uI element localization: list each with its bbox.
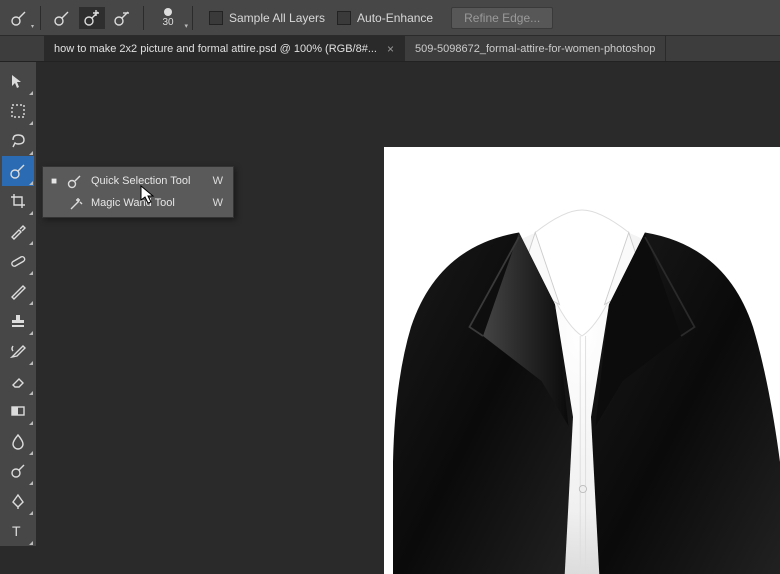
marquee-icon xyxy=(9,102,27,120)
add-to-selection-button[interactable] xyxy=(79,7,105,29)
divider xyxy=(40,6,41,30)
tab-label: how to make 2x2 picture and formal attir… xyxy=(54,43,377,55)
crop-tool[interactable] xyxy=(2,186,34,216)
flyout-item-label: Quick Selection Tool xyxy=(91,175,195,187)
lasso-tool[interactable] xyxy=(2,126,34,156)
quick-select-icon xyxy=(67,173,83,189)
tools-panel: T xyxy=(0,62,36,546)
active-mark: ■ xyxy=(49,176,59,187)
pen-icon xyxy=(9,492,27,510)
canvas-area xyxy=(36,62,780,574)
tool-flyout-menu: ■ Quick Selection Tool W Magic Wand Tool… xyxy=(42,166,234,218)
dodge-icon xyxy=(9,462,27,480)
paintbrush-icon xyxy=(9,282,27,300)
eyedropper-tool[interactable] xyxy=(2,216,34,246)
marquee-tool[interactable] xyxy=(2,96,34,126)
options-bar: ▾ 30 ▾ Sample All Layers Auto-Enhance Re… xyxy=(0,0,780,36)
bandage-icon xyxy=(9,252,27,270)
type-icon: T xyxy=(9,522,27,540)
lasso-icon xyxy=(9,132,27,150)
svg-text:T: T xyxy=(12,523,21,539)
brush-select-icon xyxy=(10,9,28,27)
history-brush-icon xyxy=(9,342,27,360)
history-brush-tool[interactable] xyxy=(2,336,34,366)
eyedropper-icon xyxy=(9,222,27,240)
chevron-down-icon: ▾ xyxy=(31,23,34,30)
blur-tool[interactable] xyxy=(2,426,34,456)
document-canvas[interactable] xyxy=(384,147,780,574)
checkbox-icon xyxy=(337,11,351,25)
eraser-tool[interactable] xyxy=(2,366,34,396)
clone-stamp-tool[interactable] xyxy=(2,306,34,336)
brush-minus-icon xyxy=(113,9,131,27)
type-tool[interactable]: T xyxy=(2,516,34,546)
eraser-icon xyxy=(9,372,27,390)
flyout-item-magic-wand[interactable]: Magic Wand Tool W xyxy=(43,192,233,214)
current-tool-indicator[interactable]: ▾ xyxy=(6,7,32,29)
brush-preview-icon xyxy=(164,8,172,16)
tab-document-2[interactable]: 509-5098672_formal-attire-for-women-phot… xyxy=(405,36,666,61)
dodge-tool[interactable] xyxy=(2,456,34,486)
brush-icon xyxy=(53,9,71,27)
sample-all-layers-checkbox[interactable]: Sample All Layers xyxy=(209,11,325,25)
close-icon[interactable]: × xyxy=(387,42,394,56)
auto-enhance-checkbox[interactable]: Auto-Enhance xyxy=(337,11,433,25)
checkbox-label: Sample All Layers xyxy=(229,11,325,25)
flyout-item-shortcut: W xyxy=(213,175,223,187)
gradient-icon xyxy=(9,402,27,420)
subtract-from-selection-button[interactable] xyxy=(109,7,135,29)
new-selection-button[interactable] xyxy=(49,7,75,29)
divider xyxy=(143,6,144,30)
divider xyxy=(192,6,193,30)
quick-selection-tool[interactable] xyxy=(2,156,34,186)
brush-size-value: 30 xyxy=(162,18,173,28)
tab-label: 509-5098672_formal-attire-for-women-phot… xyxy=(415,43,655,55)
flyout-item-shortcut: W xyxy=(213,197,223,209)
move-icon xyxy=(9,72,27,90)
checkbox-label: Auto-Enhance xyxy=(357,11,433,25)
brush-plus-icon xyxy=(83,9,101,27)
brush-tool[interactable] xyxy=(2,276,34,306)
pen-tool[interactable] xyxy=(2,486,34,516)
healing-brush-tool[interactable] xyxy=(2,246,34,276)
droplet-icon xyxy=(9,432,27,450)
tab-document-1[interactable]: how to make 2x2 picture and formal attir… xyxy=(44,36,405,61)
checkbox-icon xyxy=(209,11,223,25)
move-tool[interactable] xyxy=(2,66,34,96)
button-label: Refine Edge... xyxy=(464,11,540,25)
chevron-down-icon: ▾ xyxy=(184,23,188,30)
quick-select-icon xyxy=(9,162,27,180)
flyout-item-quick-selection[interactable]: ■ Quick Selection Tool W xyxy=(43,170,233,192)
crop-icon xyxy=(9,192,27,210)
brush-size-picker[interactable]: 30 ▾ xyxy=(152,4,184,32)
gradient-tool[interactable] xyxy=(2,396,34,426)
stamp-icon xyxy=(9,312,27,330)
flyout-item-label: Magic Wand Tool xyxy=(91,197,195,209)
document-content-image xyxy=(384,147,780,574)
magic-wand-icon xyxy=(67,195,83,211)
document-tabs: how to make 2x2 picture and formal attir… xyxy=(0,36,780,62)
refine-edge-button[interactable]: Refine Edge... xyxy=(451,7,553,29)
